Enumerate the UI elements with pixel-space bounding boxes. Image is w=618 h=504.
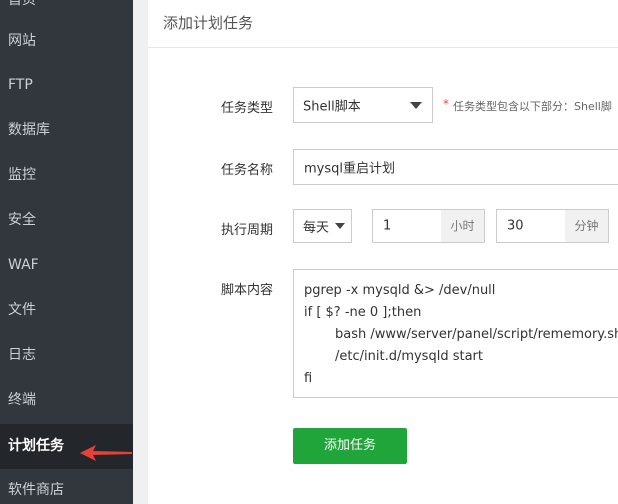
hour-input[interactable]: 1 [372,209,442,243]
sidebar-item-website[interactable]: 网站 [0,19,133,64]
script-line: if [ $? -ne 0 ];then [304,305,422,320]
period-label: 执行周期 [220,223,273,238]
sidebar-item-files[interactable]: 文件 [0,288,133,333]
sidebar-item-waf[interactable]: WAF [0,243,133,288]
task-name-value: mysql重启计划 [304,161,395,177]
sidebar-item-terminal[interactable]: 终端 [0,378,133,423]
sidebar-item-app-store[interactable]: 软件商店 [0,468,133,504]
add-task-button[interactable]: 添加任务 [293,428,407,464]
chevron-down-icon [410,102,422,109]
hour-value: 1 [383,218,392,234]
script-line: /etc/init.d/mysqld start [335,349,483,364]
task-type-hint: 任务类型包含以下部分：Shell脚 [453,100,612,113]
task-type-select[interactable]: Shell脚本 [293,87,433,123]
task-name-label: 任务名称 [220,163,273,178]
script-line: bash /www/server/panel/script/rememory.s… [335,327,618,342]
red-arrow-annotation [80,445,132,461]
script-textarea[interactable]: pgrep -x mysqld &> /dev/null if [ $? -ne… [293,269,618,398]
script-label: 脚本内容 [220,283,273,298]
period-frequency-select[interactable]: 每天 [293,209,352,243]
chevron-down-icon [335,223,345,229]
task-type-value: Shell脚本 [303,99,361,115]
sidebar-item-monitor[interactable]: 监控 [0,153,133,198]
minute-input[interactable]: 30 [496,209,566,243]
period-frequency-value: 每天 [303,220,330,236]
page-title: 添加计划任务 [163,14,254,32]
panel-header: 添加计划任务 [148,0,618,48]
required-star: * [443,97,449,111]
add-cron-panel: 添加计划任务 任务类型 Shell脚本 * 任务类型包含以下部分：Shell脚 … [148,0,618,504]
sidebar: 首页 网站 FTP 数据库 监控 安全 WAF 文件 日志 终端 计划任务 软件… [0,0,133,504]
task-name-input[interactable]: mysql重启计划 [293,149,618,185]
minute-value: 30 [507,218,524,234]
minute-unit: 分钟 [565,209,609,243]
sidebar-item-database[interactable]: 数据库 [0,108,133,153]
sidebar-item-security[interactable]: 安全 [0,198,133,243]
hour-unit: 小时 [441,209,485,243]
sidebar-item-logs[interactable]: 日志 [0,333,133,378]
script-line: pgrep -x mysqld &> /dev/null [304,283,496,298]
sidebar-item-ftp[interactable]: FTP [0,63,133,108]
task-type-label: 任务类型 [220,101,273,116]
script-line: fi [304,371,313,386]
